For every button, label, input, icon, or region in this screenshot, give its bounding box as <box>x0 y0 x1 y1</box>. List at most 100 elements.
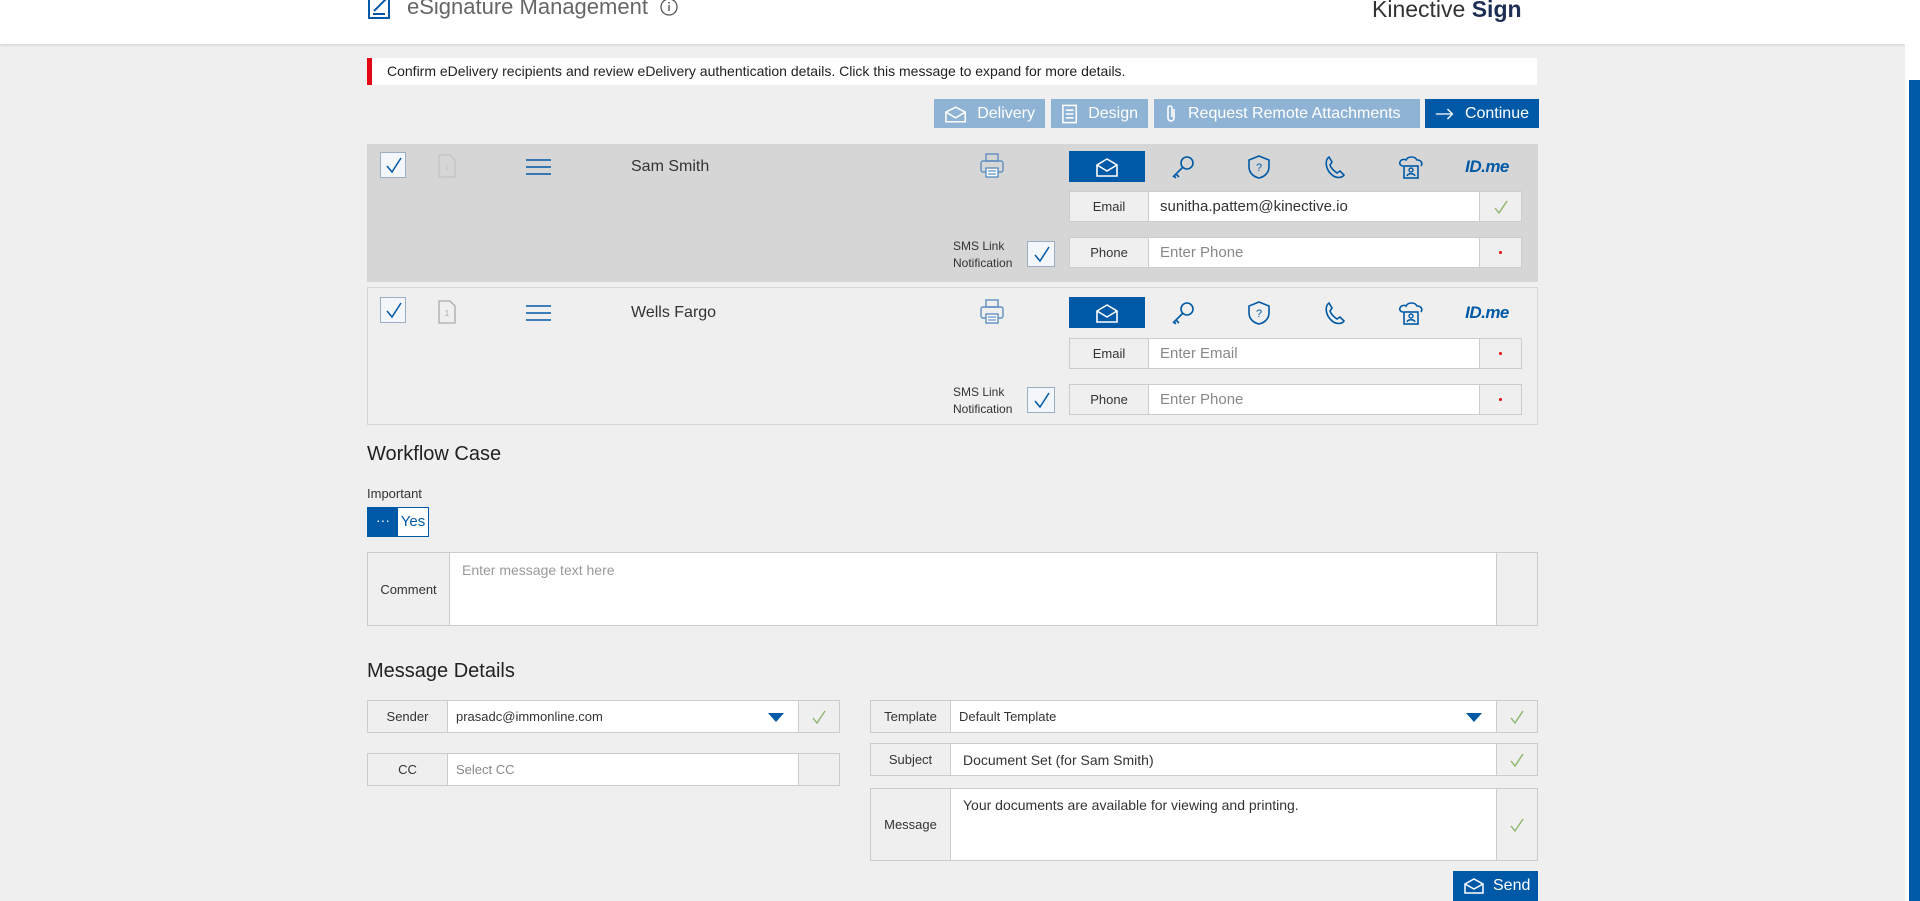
recipient-card[interactable]: 1 Sam Smith ? ID.me Email sunitha.pattem… <box>367 144 1538 282</box>
phone-icon <box>1325 155 1346 178</box>
brand-regular: Kinective <box>1372 0 1466 22</box>
auth-key-option[interactable] <box>1145 297 1221 328</box>
recipient-name: Sam Smith <box>631 158 710 175</box>
sender-select[interactable]: prasadc@immonline.com <box>448 701 798 732</box>
paperclip-icon <box>1167 104 1175 122</box>
checkmark-icon <box>1034 246 1050 263</box>
sms-notification-label: SMS Link Notification <box>953 238 1012 272</box>
message-details-heading: Message Details <box>367 660 515 682</box>
key-icon <box>1172 301 1194 325</box>
subject-input[interactable]: Document Set (for Sam Smith) <box>951 744 1496 775</box>
message-label: Message <box>871 789 951 860</box>
drag-handle-icon[interactable] <box>525 303 552 323</box>
template-label: Template <box>871 701 951 732</box>
phone-field[interactable]: Enter Phone <box>1149 237 1480 268</box>
svg-text:?: ? <box>1256 162 1262 174</box>
shield-question-icon: ? <box>1248 300 1270 325</box>
cloud-user-icon <box>1398 301 1423 325</box>
idme-id: ID <box>1465 302 1482 322</box>
message-status <box>1496 789 1537 860</box>
phone-field[interactable]: Enter Phone <box>1149 384 1480 415</box>
cc-select[interactable]: Select CC <box>448 754 798 785</box>
esign-icon <box>368 0 390 19</box>
sender-row: Sender prasadc@immonline.com <box>367 700 840 733</box>
scrollbar-thumb[interactable] <box>1909 80 1920 901</box>
auth-phone-option[interactable] <box>1297 297 1373 328</box>
auth-methods: ? ID.me <box>1069 151 1525 182</box>
auth-key-option[interactable] <box>1145 151 1221 182</box>
important-toggle[interactable]: ··· Yes <box>367 507 429 537</box>
key-icon <box>1172 155 1194 179</box>
envelope-cloud-icon <box>1464 878 1484 894</box>
email-label: Email <box>1069 191 1149 222</box>
check-valid-icon <box>1510 818 1524 832</box>
toggle-on-side[interactable]: Yes <box>398 508 428 536</box>
phone-row: Phone Enter Phone <box>1069 237 1522 268</box>
alert-message[interactable]: Confirm eDelivery recipients and review … <box>367 58 1537 85</box>
idme-suffix: .me <box>1481 302 1509 322</box>
sender-status <box>798 701 839 732</box>
auth-idme-option[interactable]: ID.me <box>1449 151 1525 182</box>
comment-status <box>1496 553 1537 625</box>
continue-button[interactable]: Continue <box>1425 99 1539 128</box>
app-title-group: eSignature Management <box>367 0 678 20</box>
design-label: Design <box>1088 104 1138 122</box>
design-button[interactable]: Design <box>1051 99 1148 128</box>
svg-text:1: 1 <box>445 163 450 172</box>
idme-id: ID <box>1465 156 1482 176</box>
recipient-checkbox[interactable] <box>380 152 406 178</box>
phone-label: Phone <box>1069 237 1149 268</box>
check-valid-icon <box>1493 200 1508 214</box>
svg-text:1: 1 <box>445 309 450 318</box>
request-remote-attachments-button[interactable]: Request Remote Attachments <box>1154 99 1420 128</box>
delivery-button[interactable]: Delivery <box>934 99 1045 128</box>
email-label: Email <box>1069 338 1149 369</box>
auth-idme-option[interactable]: ID.me <box>1449 297 1525 328</box>
phone-label: Phone <box>1069 384 1149 415</box>
auth-phone-option[interactable] <box>1297 151 1373 182</box>
email-status <box>1480 191 1522 222</box>
drag-handle-icon[interactable] <box>525 157 552 177</box>
idme-suffix: .me <box>1481 156 1509 176</box>
sms-notification-checkbox[interactable] <box>1027 241 1055 267</box>
check-valid-icon <box>812 710 826 724</box>
idme-logo: ID.me <box>1465 157 1509 177</box>
recipient-checkbox[interactable] <box>380 297 406 323</box>
vertical-scrollbar[interactable] <box>1905 0 1920 901</box>
toggle-off-side[interactable]: ··· <box>368 508 398 536</box>
checkmark-icon <box>386 157 402 174</box>
auth-in-person-option[interactable] <box>1373 151 1449 182</box>
workflow-case-heading: Workflow Case <box>367 443 502 465</box>
auth-methods: ? ID.me <box>1069 297 1525 328</box>
sms-notification-checkbox[interactable] <box>1027 387 1055 413</box>
subject-status <box>1496 744 1537 775</box>
message-textarea[interactable]: Your documents are available for viewing… <box>951 789 1496 860</box>
check-valid-icon <box>1510 710 1524 724</box>
email-field[interactable]: sunitha.pattem@kinective.io <box>1149 191 1480 222</box>
email-field[interactable]: Enter Email <box>1149 338 1480 369</box>
recipient-card[interactable]: 1 Wells Fargo ? ID.me Email Enter Email … <box>367 287 1538 425</box>
printer-icon[interactable] <box>978 298 1006 326</box>
required-indicator <box>1499 251 1502 254</box>
email-status <box>1480 338 1522 369</box>
check-valid-icon <box>1510 753 1524 767</box>
auth-question-option[interactable]: ? <box>1221 151 1297 182</box>
printer-icon[interactable] <box>978 152 1006 180</box>
required-indicator <box>1499 352 1502 355</box>
auth-email-option[interactable] <box>1069 297 1145 328</box>
auth-in-person-option[interactable] <box>1373 297 1449 328</box>
svg-text:?: ? <box>1256 308 1262 320</box>
message-row: Message Your documents are available for… <box>870 788 1538 861</box>
request-remote-label: Request Remote Attachments <box>1188 104 1401 122</box>
send-button[interactable]: Send <box>1453 871 1538 901</box>
info-icon[interactable] <box>660 0 678 16</box>
document-list-icon <box>1062 104 1078 123</box>
phone-status <box>1480 237 1522 268</box>
comment-textarea[interactable]: Enter message text here <box>450 553 1496 625</box>
auth-email-option[interactable] <box>1069 151 1145 182</box>
sms-label-line-1: SMS Link <box>953 385 1005 399</box>
template-select[interactable]: Default Template <box>951 701 1496 732</box>
template-status <box>1496 701 1537 732</box>
auth-question-option[interactable]: ? <box>1221 297 1297 328</box>
comment-label: Comment <box>368 553 450 625</box>
